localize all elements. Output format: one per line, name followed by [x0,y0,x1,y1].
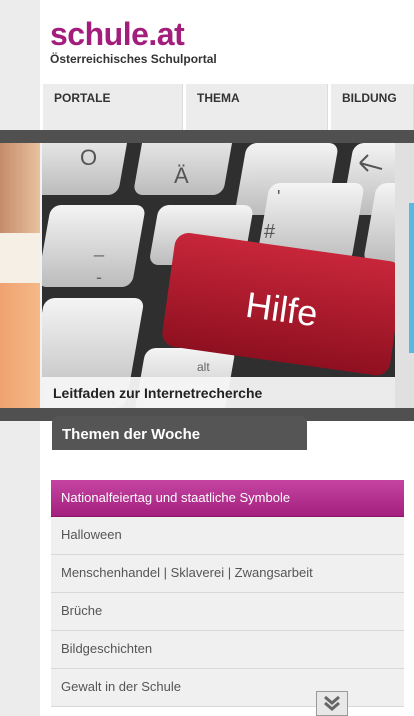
themen-item-gewalt[interactable]: Gewalt in der Schule [51,669,404,707]
previous-slide-peek[interactable] [0,143,40,408]
nav-tab-bildung[interactable]: BILDUNG [331,84,414,130]
themen-der-woche-heading[interactable]: Themen der Woche [52,416,307,450]
svg-text:-: - [96,267,102,287]
carousel-top-bar [0,130,414,143]
svg-text:O: O [80,145,97,170]
site-logo-subtitle: Österreichisches Schulportal [50,52,217,66]
site-logo-title[interactable]: schule.at [50,18,185,50]
main-navigation: PORTALE THEMA BILDUNG [43,84,414,130]
nav-tab-thema[interactable]: THEMA [186,84,328,130]
themen-item-brueche[interactable]: Brüche [51,593,404,631]
chevron-double-down-icon [324,695,340,711]
carousel-slide[interactable]: Hilfe O Ä # ' alt _ - Leitfaden zur Inte… [42,143,395,408]
next-slide-peek[interactable] [395,143,414,408]
themen-item-menschenhandel[interactable]: Menschenhandel | Sklaverei | Zwangsarbei… [51,555,404,593]
svg-text:#: # [264,221,276,243]
scroll-down-button[interactable] [316,691,348,716]
svg-text:Ä: Ä [174,163,189,188]
themen-item-bildgeschichten[interactable]: Bildgeschichten [51,631,404,669]
svg-text:': ' [277,187,280,207]
svg-text:alt: alt [197,360,210,374]
nav-tab-portale[interactable]: PORTALE [43,84,183,130]
slide-caption[interactable]: Leitfaden zur Internetrecherche [42,377,395,408]
themen-item-nationalfeiertag[interactable]: Nationalfeiertag und staatliche Symbole [51,480,404,517]
keyboard-hilfe-image: Hilfe O Ä # ' alt _ - [42,143,395,408]
svg-text:_: _ [93,237,105,258]
themen-item-halloween[interactable]: Halloween [51,517,404,555]
featured-carousel: Hilfe O Ä # ' alt _ - Leitfaden zur Inte… [0,143,414,408]
